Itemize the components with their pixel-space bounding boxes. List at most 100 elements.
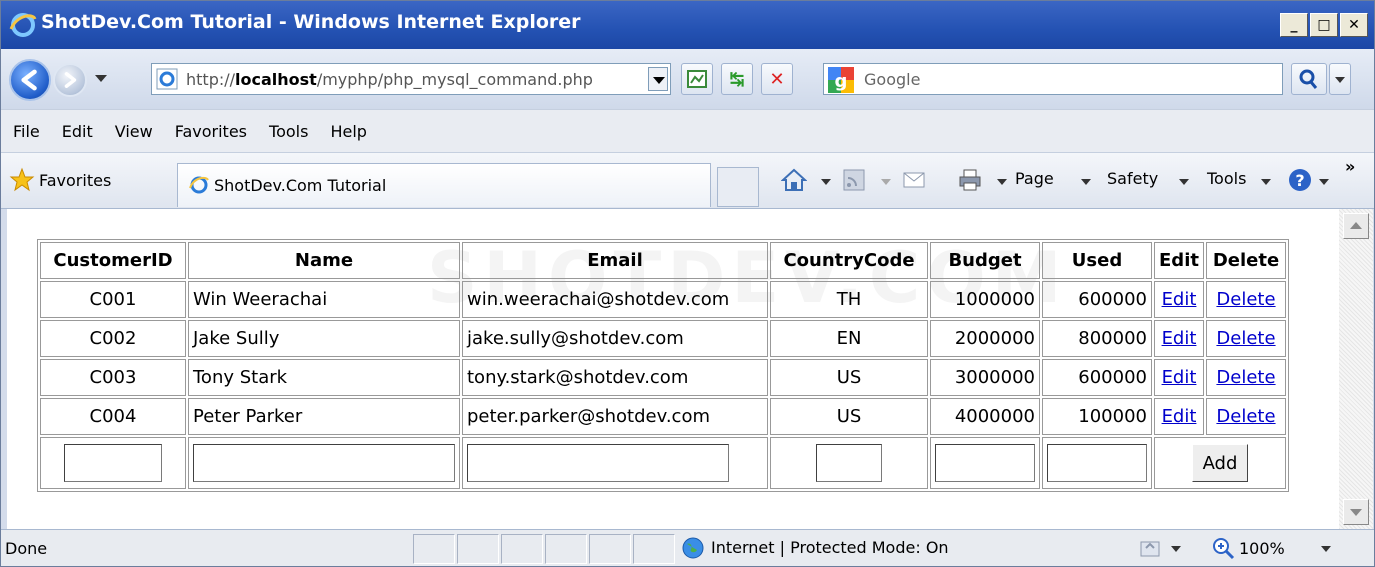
cell-used: 600000 xyxy=(1042,281,1152,318)
cell-budget: 2000000 xyxy=(930,320,1040,357)
delete-link[interactable]: Delete xyxy=(1216,367,1275,388)
delete-link[interactable]: Delete xyxy=(1216,289,1275,310)
compatibility-view-button[interactable] xyxy=(681,63,713,95)
new-used-input[interactable] xyxy=(1047,444,1147,482)
cell-customerid: C003 xyxy=(40,359,186,396)
cell-budget: 4000000 xyxy=(930,398,1040,435)
address-bar[interactable]: http://localhost/myphp/php_mysql_command… xyxy=(151,63,671,95)
window-title: ShotDev.Com Tutorial - Windows Internet … xyxy=(41,11,581,33)
menu-view[interactable]: View xyxy=(115,122,153,141)
search-icon xyxy=(1299,69,1318,89)
security-zone-text[interactable]: Internet | Protected Mode: On xyxy=(711,538,949,557)
page-dropdown-icon[interactable] xyxy=(1081,179,1091,185)
close-button[interactable]: ✕ xyxy=(1340,13,1368,37)
new-name-input[interactable] xyxy=(193,444,455,482)
menu-file[interactable]: File xyxy=(13,122,40,141)
address-dropdown-button[interactable] xyxy=(648,67,668,91)
cell-email: jake.sully@shotdev.com xyxy=(462,320,768,357)
cell-new-customerid xyxy=(40,437,186,489)
table-header-row: CustomerID Name Email CountryCode Budget… xyxy=(40,242,1286,279)
menu-favorites[interactable]: Favorites xyxy=(175,122,247,141)
delete-link[interactable]: Delete xyxy=(1216,328,1275,349)
new-tab-button[interactable] xyxy=(717,167,759,207)
search-placeholder: Google xyxy=(864,70,921,89)
cell-countrycode: US xyxy=(770,398,928,435)
address-url[interactable]: http://localhost/myphp/php_mysql_command… xyxy=(186,70,593,89)
stop-button[interactable]: ✕ xyxy=(761,63,793,95)
delete-link[interactable]: Delete xyxy=(1216,406,1275,427)
tools-menu[interactable]: Tools xyxy=(1207,169,1246,188)
status-panel xyxy=(413,534,455,564)
mail-icon[interactable] xyxy=(901,167,927,193)
menu-tools[interactable]: Tools xyxy=(269,122,308,141)
refresh-button[interactable]: ↹ xyxy=(721,63,753,95)
print-dropdown-icon[interactable] xyxy=(997,179,1007,185)
protected-mode-icon[interactable] xyxy=(1137,536,1163,562)
cell-edit: Edit xyxy=(1154,281,1204,318)
home-icon[interactable] xyxy=(781,167,807,193)
cell-budget: 1000000 xyxy=(930,281,1040,318)
feeds-dropdown-icon[interactable] xyxy=(881,179,891,185)
back-arrow-icon xyxy=(21,69,37,91)
add-button[interactable]: Add xyxy=(1191,444,1249,482)
zoom-icon[interactable] xyxy=(1211,536,1237,562)
cell-new-budget xyxy=(930,437,1040,489)
edit-link[interactable]: Edit xyxy=(1162,289,1197,310)
cell-email: peter.parker@shotdev.com xyxy=(462,398,768,435)
forward-button[interactable] xyxy=(53,63,87,97)
compatibility-icon xyxy=(687,70,707,88)
edit-link[interactable]: Edit xyxy=(1162,367,1197,388)
zoom-level[interactable]: 100% xyxy=(1239,539,1285,558)
cell-edit: Edit xyxy=(1154,359,1204,396)
cell-delete: Delete xyxy=(1206,398,1286,435)
header-customerid: CustomerID xyxy=(40,242,186,279)
help-icon[interactable]: ? xyxy=(1287,167,1313,193)
cell-add: Add xyxy=(1154,437,1286,489)
status-panel xyxy=(457,534,499,564)
help-dropdown-icon[interactable] xyxy=(1319,179,1329,185)
page-menu[interactable]: Page xyxy=(1015,169,1054,188)
table-row: C004 Peter Parker peter.parker@shotdev.c… xyxy=(40,398,1286,435)
print-icon[interactable] xyxy=(957,167,983,193)
menu-edit[interactable]: Edit xyxy=(62,122,93,141)
new-budget-input[interactable] xyxy=(935,444,1035,482)
search-options-button[interactable] xyxy=(1329,63,1351,95)
header-countrycode: CountryCode xyxy=(770,242,928,279)
favorites-button[interactable]: Favorites xyxy=(39,171,111,190)
tools-dropdown-icon[interactable] xyxy=(1261,179,1271,185)
home-dropdown-icon[interactable] xyxy=(821,179,831,185)
minimize-button[interactable]: _ xyxy=(1280,13,1308,37)
favorites-star-icon[interactable] xyxy=(9,167,35,193)
feeds-icon[interactable] xyxy=(841,167,867,193)
cell-new-email xyxy=(462,437,768,489)
more-commands-chevron[interactable]: » xyxy=(1345,157,1355,176)
history-dropdown-icon[interactable] xyxy=(95,75,107,82)
search-box[interactable]: g Google xyxy=(823,63,1283,95)
scroll-up-icon[interactable] xyxy=(1343,213,1369,239)
back-button[interactable] xyxy=(9,59,51,101)
add-row: Add xyxy=(40,437,1286,489)
header-name: Name xyxy=(188,242,460,279)
safety-menu[interactable]: Safety xyxy=(1107,169,1158,188)
new-countrycode-input[interactable] xyxy=(816,444,882,482)
menu-help[interactable]: Help xyxy=(330,122,366,141)
new-customerid-input[interactable] xyxy=(64,444,162,482)
cell-delete: Delete xyxy=(1206,320,1286,357)
cell-countrycode: EN xyxy=(770,320,928,357)
maximize-button[interactable]: □ xyxy=(1310,13,1338,37)
zoom-dropdown-icon[interactable] xyxy=(1321,546,1331,552)
protected-mode-dropdown-icon[interactable] xyxy=(1171,546,1181,552)
ie-logo-icon xyxy=(9,13,37,37)
edit-link[interactable]: Edit xyxy=(1162,328,1197,349)
scroll-down-icon[interactable] xyxy=(1343,499,1369,525)
safety-dropdown-icon[interactable] xyxy=(1179,179,1189,185)
cell-customerid: C002 xyxy=(40,320,186,357)
cell-used: 800000 xyxy=(1042,320,1152,357)
search-button[interactable] xyxy=(1291,63,1327,95)
vertical-scrollbar[interactable] xyxy=(1339,209,1373,529)
tab-shotdev[interactable]: ShotDev.Com Tutorial xyxy=(177,163,711,207)
refresh-icon: ↹ xyxy=(729,68,745,90)
edit-link[interactable]: Edit xyxy=(1162,406,1197,427)
new-email-input[interactable] xyxy=(467,444,729,482)
cell-new-name xyxy=(188,437,460,489)
